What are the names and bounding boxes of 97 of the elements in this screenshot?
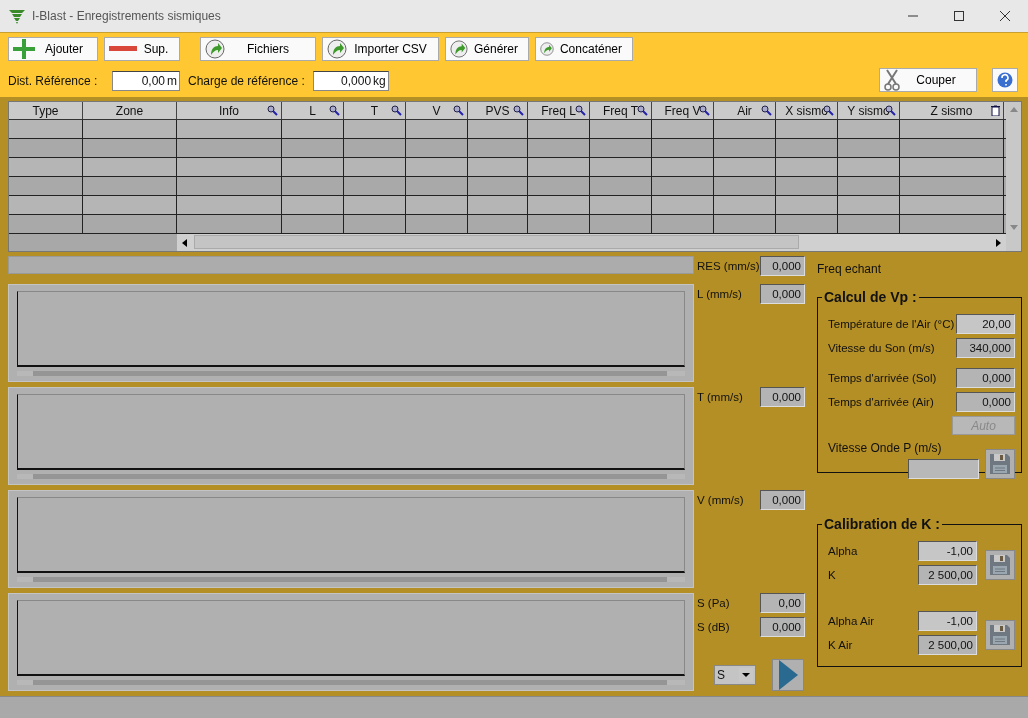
reading-label: L (mm/s): [697, 288, 742, 300]
field-label: Dist. Référence :: [8, 74, 99, 88]
reading-label: T (mm/s): [697, 391, 743, 403]
column-header[interactable]: V: [406, 102, 468, 119]
reading-label: S (Pa): [697, 597, 730, 609]
group-title: Calibration de K :: [822, 516, 942, 532]
column-header[interactable]: PVS: [468, 102, 528, 119]
input-field[interactable]: [908, 459, 979, 479]
search-icon[interactable]: [329, 105, 340, 116]
column-header[interactable]: Freq T: [590, 102, 652, 119]
input-field[interactable]: 2 500,00: [918, 565, 977, 585]
search-icon[interactable]: [391, 105, 402, 116]
search-icon[interactable]: [699, 105, 710, 116]
search-icon[interactable]: [267, 105, 278, 116]
group-title: Calcul de Vp :: [822, 289, 919, 305]
reading-value: 0,000: [760, 490, 805, 510]
column-header[interactable]: Type: [9, 102, 83, 119]
save-button[interactable]: [985, 550, 1015, 580]
toolbar-button[interactable]: Générer: [445, 37, 529, 61]
horizontal-scrollbar[interactable]: [177, 234, 1006, 251]
input-field[interactable]: -1,00: [918, 541, 977, 561]
toolbar-button[interactable]: Importer CSV: [322, 37, 439, 61]
column-header[interactable]: T: [344, 102, 406, 119]
toolbar-button[interactable]: Sup.: [104, 37, 180, 61]
plus-icon: [13, 39, 35, 59]
reading-label: V (mm/s): [697, 494, 744, 506]
field-label: Temps d'arrivée (Sol): [828, 372, 937, 384]
field-label: Alpha Air: [828, 615, 875, 627]
app-icon: [8, 8, 26, 24]
field-label: Température de l'Air (°C): [828, 318, 955, 330]
input-field[interactable]: 2 500,00: [918, 635, 977, 655]
column-header[interactable]: Air: [714, 102, 776, 119]
cut-button[interactable]: Couper: [879, 68, 977, 92]
table-row[interactable]: [9, 158, 1006, 177]
freq-label: Freq echant: [817, 262, 883, 276]
reading-value: 0,000: [760, 387, 805, 407]
reading-value: 0,00: [760, 593, 805, 613]
field-label: K: [828, 569, 836, 581]
reading-value: 0,000: [760, 256, 805, 276]
search-icon[interactable]: [513, 105, 524, 116]
table-row[interactable]: [9, 120, 1006, 139]
search-icon[interactable]: [761, 105, 772, 116]
column-header[interactable]: Zone: [83, 102, 177, 119]
input-field[interactable]: 0,00 m: [112, 71, 180, 91]
field-label: Temps d'arrivée (Air): [828, 396, 934, 408]
field-label: Alpha: [828, 545, 858, 557]
column-header[interactable]: Info: [177, 102, 282, 119]
scroll-right-icon[interactable]: [994, 238, 1002, 247]
table-row[interactable]: [9, 139, 1006, 158]
help-button[interactable]: [992, 68, 1018, 92]
table-row[interactable]: [9, 196, 1006, 215]
column-header[interactable]: L: [282, 102, 344, 119]
column-header[interactable]: Freq L: [528, 102, 590, 119]
input-field[interactable]: 0,000 kg: [312, 71, 389, 91]
play-icon: [778, 660, 798, 690]
horizontal-scrollbar[interactable]: [17, 474, 685, 479]
input-field[interactable]: 0,000: [956, 392, 1015, 412]
toolbar-button[interactable]: Ajouter: [8, 37, 98, 61]
input-field[interactable]: 20,00: [956, 314, 1015, 334]
maximize-icon[interactable]: [953, 10, 965, 22]
reading-value: 0,000: [760, 284, 805, 304]
search-icon[interactable]: [575, 105, 586, 116]
window-title: I-Blast - Enregistrements sismiques: [32, 9, 221, 23]
reading-label: RES (mm/s): [697, 260, 760, 272]
horizontal-scrollbar[interactable]: [17, 577, 685, 582]
field-label: Vitesse Onde P (m/s): [828, 441, 943, 455]
scroll-left-icon[interactable]: [181, 238, 189, 247]
field-label: Charge de référence :: [188, 74, 305, 88]
floppy-icon: [989, 453, 1011, 475]
reading-label: S (dB): [697, 621, 730, 633]
minus-icon: [109, 46, 137, 52]
column-header[interactable]: Z sismo: [900, 102, 1004, 119]
field-label: K Air: [828, 639, 853, 651]
column-header[interactable]: Freq V: [652, 102, 714, 119]
table-row[interactable]: [9, 177, 1006, 196]
table-row[interactable]: [9, 215, 1006, 234]
horizontal-scrollbar[interactable]: [17, 371, 685, 376]
scissors-icon: [884, 69, 900, 91]
floppy-icon: [989, 554, 1011, 576]
input-field[interactable]: 340,000: [956, 338, 1015, 358]
search-icon[interactable]: [637, 105, 648, 116]
input-field[interactable]: 0,000: [956, 368, 1015, 388]
channel-dropdown[interactable]: S: [714, 665, 756, 685]
reading-value: 0,000: [760, 617, 805, 637]
toolbar-button[interactable]: Concaténer: [535, 37, 633, 61]
input-field[interactable]: -1,00: [918, 611, 977, 631]
play-button[interactable]: [772, 659, 804, 691]
horizontal-scrollbar[interactable]: [17, 680, 685, 685]
floppy-icon: [989, 624, 1011, 646]
trash-icon[interactable]: [991, 105, 1000, 116]
close-icon[interactable]: [999, 10, 1011, 22]
save-button[interactable]: [985, 449, 1015, 479]
field-label: Vitesse du Son (m/s): [828, 342, 935, 354]
save-button[interactable]: [985, 620, 1015, 650]
toolbar-button[interactable]: Fichiers: [200, 37, 316, 61]
search-icon[interactable]: [453, 105, 464, 116]
help-icon: [997, 72, 1013, 88]
